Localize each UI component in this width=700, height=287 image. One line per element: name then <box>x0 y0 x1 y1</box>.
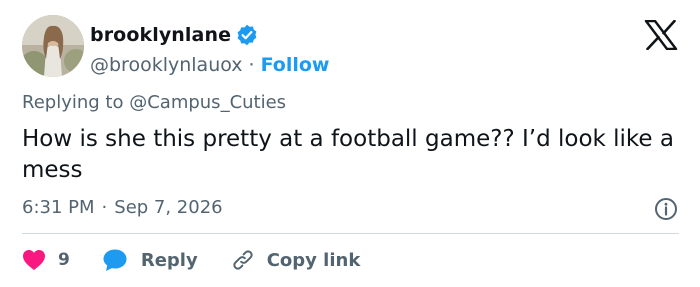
embedded-tweet-card: brooklynlane @brooklynlauox · Follow Rep… <box>0 0 700 287</box>
verified-badge-icon <box>236 24 258 46</box>
tweet-timestamp[interactable]: 6:31 PM · Sep 7, 2026 <box>22 197 223 218</box>
follow-button[interactable]: Follow <box>261 54 330 76</box>
heart-icon <box>23 250 45 270</box>
avatar[interactable] <box>22 15 84 77</box>
speech-bubble-icon <box>103 249 127 271</box>
copy-link-label: Copy link <box>266 249 361 271</box>
like-button[interactable]: 9 <box>22 249 70 271</box>
info-icon[interactable] <box>654 197 678 221</box>
reply-mention-link[interactable]: @Campus_Cuties <box>129 92 286 113</box>
tweet-text: How is she this pretty at a football gam… <box>22 126 674 183</box>
separator: · <box>101 197 108 218</box>
action-bar: 9 Reply Copy link <box>22 244 360 276</box>
handle[interactable]: @brooklynlauox <box>90 54 243 76</box>
tweet-time: 6:31 PM <box>22 197 95 218</box>
like-count: 9 <box>58 250 70 270</box>
x-logo-icon[interactable] <box>644 19 678 51</box>
tweet-date: Sep 7, 2026 <box>114 197 223 218</box>
separator: · <box>248 54 255 76</box>
display-name[interactable]: brooklynlane <box>90 24 231 46</box>
divider <box>22 233 679 234</box>
reply-button[interactable]: Reply <box>102 248 198 272</box>
author-block: brooklynlane @brooklynlauox · Follow <box>90 22 329 78</box>
reply-context: Replying to @Campus_Cuties <box>22 92 286 113</box>
avatar-photo <box>22 15 84 77</box>
name-row: brooklynlane <box>90 22 329 48</box>
link-icon <box>233 250 253 270</box>
handle-row: @brooklynlauox · Follow <box>90 52 329 78</box>
reply-context-prefix: Replying to <box>22 92 124 113</box>
copy-link-button[interactable]: Copy link <box>230 247 361 273</box>
reply-label: Reply <box>140 249 198 271</box>
